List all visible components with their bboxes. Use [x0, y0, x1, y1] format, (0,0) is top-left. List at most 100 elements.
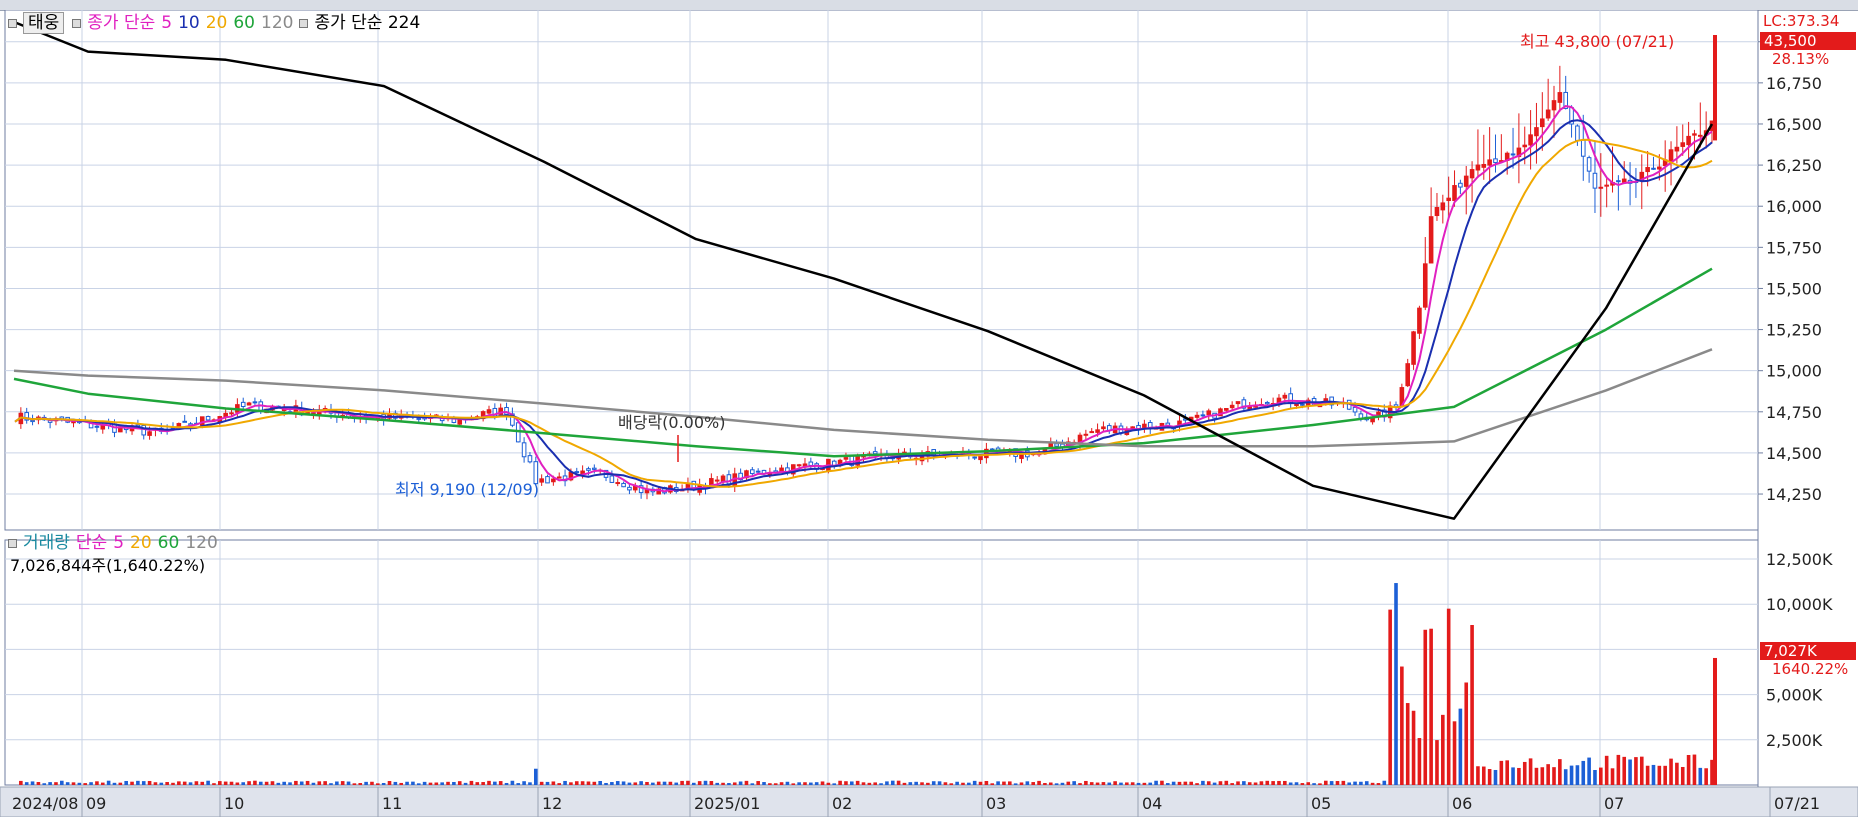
x-tick-label: 04: [1142, 794, 1162, 813]
price-ma-title: 종가 단순: [87, 13, 156, 33]
volume-bar: [381, 783, 386, 785]
legend-ma5: 5: [161, 13, 173, 33]
volume-bar: [1622, 756, 1627, 785]
volume-bar: [124, 780, 128, 785]
candle: [755, 470, 761, 473]
candle: [1598, 186, 1604, 189]
volume-bar: [838, 780, 842, 785]
legend-square-icon[interactable]: [299, 18, 309, 28]
volume-bar: [873, 782, 878, 785]
volume-bar: [826, 782, 831, 785]
volume-bar: [1698, 767, 1703, 785]
volume-bar: [656, 781, 661, 785]
volume-bar: [376, 783, 380, 785]
volume-bar: [621, 781, 626, 785]
volume-bar: [1405, 703, 1410, 785]
volume-bar: [926, 782, 930, 785]
legend-vol-ma60: 60: [157, 533, 180, 553]
volume-bar: [867, 782, 872, 785]
volume-bar: [797, 782, 801, 785]
last-candle: [1713, 35, 1717, 141]
y-tick-label: 14,750: [1766, 403, 1822, 422]
candle: [539, 478, 544, 483]
volume-bar: [715, 782, 720, 785]
candle: [246, 402, 252, 406]
volume-bar: [159, 782, 164, 785]
volume-bar: [1025, 781, 1030, 785]
stock-name[interactable]: 태웅: [23, 12, 65, 34]
x-tick-label: 03: [986, 794, 1006, 813]
volume-bar: [1048, 782, 1053, 785]
candle: [1422, 263, 1428, 308]
volume-bar: [147, 780, 152, 785]
volume-bar: [329, 783, 333, 785]
legend-square-icon[interactable]: [72, 18, 82, 28]
volume-bar: [1265, 780, 1270, 785]
candle: [1545, 109, 1551, 119]
candle: [1224, 408, 1229, 411]
legend-square-icon[interactable]: [8, 18, 17, 28]
y-tick-label: 16,250: [1766, 156, 1822, 175]
y-tick-label: 15,250: [1766, 321, 1822, 340]
volume-bar: [1329, 781, 1334, 785]
volume-bar: [1072, 781, 1076, 785]
volume-bar: [311, 782, 316, 785]
volume-bar: [457, 781, 462, 785]
volume-bar: [1060, 782, 1065, 785]
x-tick-label: 10: [224, 794, 244, 813]
volume-bar: [498, 781, 503, 785]
y-tick-label: 15,000: [1766, 362, 1822, 381]
volume-bar: [1195, 783, 1199, 785]
volume-bar: [1429, 628, 1433, 785]
volume-bar: [130, 781, 134, 785]
volume-bar: [1230, 783, 1234, 785]
volume-bar: [30, 781, 35, 785]
volume-bar: [692, 782, 696, 785]
candle: [1235, 401, 1241, 405]
volume-bar: [1417, 738, 1422, 785]
candle: [1674, 146, 1680, 152]
volume-bar: [194, 781, 199, 785]
volume-bar: [849, 781, 854, 785]
candle: [1697, 134, 1703, 137]
volume-bar: [1224, 780, 1229, 785]
volume-bar: [1101, 782, 1106, 785]
volume-bar: [60, 780, 64, 785]
volume-bar: [1616, 754, 1621, 785]
volume-bar: [1353, 781, 1357, 785]
volume-bar: [1013, 783, 1018, 785]
legend-ma60: 60: [233, 13, 255, 33]
candle: [1142, 423, 1147, 429]
volume-bar: [387, 781, 392, 785]
volume-bar: [153, 782, 158, 785]
volume-bar: [42, 783, 47, 785]
volume-bar: [416, 783, 421, 785]
volume-bar: [24, 782, 29, 785]
x-tick-label: 06: [1452, 794, 1472, 813]
volume-bar: [1007, 781, 1012, 785]
volume-bar: [177, 781, 181, 785]
volume-bar: [1095, 782, 1100, 785]
volume-bar: [77, 782, 82, 785]
volume-bar: [19, 780, 23, 785]
candle: [1452, 185, 1457, 201]
candle: [1575, 125, 1580, 141]
volume-bar: [264, 781, 269, 785]
legend-square-icon[interactable]: [8, 538, 17, 548]
volume-bar: [1446, 608, 1451, 785]
chart-area[interactable]: 14,250 14,500 14,750 15,000 15,250 15,500 15,7…: [0, 10, 1858, 817]
volume-bar: [1604, 755, 1609, 785]
candle: [1054, 443, 1059, 447]
candle: [1528, 134, 1533, 146]
volume-bar: [604, 782, 608, 785]
volume-bar: [1575, 765, 1580, 785]
candle: [1101, 426, 1106, 430]
volume-bar: [1546, 764, 1550, 785]
candle: [1657, 166, 1662, 170]
volume-bar: [1165, 783, 1170, 785]
candle: [521, 442, 527, 458]
volume-bar: [1119, 782, 1123, 785]
volume-panel: [4, 539, 1759, 786]
volume-bar: [1493, 769, 1498, 785]
volume-bar: [206, 780, 210, 785]
